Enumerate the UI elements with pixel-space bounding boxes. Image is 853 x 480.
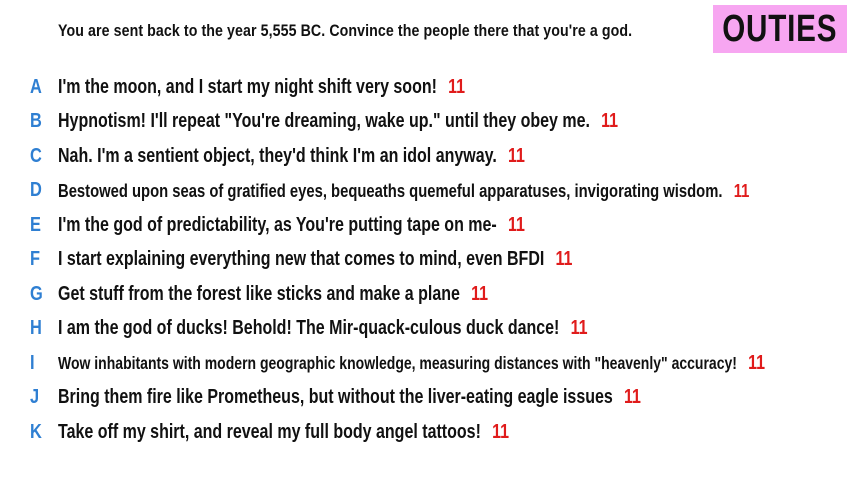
answer-text: Wow inhabitants with modern geographic k… bbox=[58, 352, 737, 373]
answer-text: I'm the moon, and I start my night shift… bbox=[58, 75, 437, 98]
answer-score: 11 bbox=[555, 248, 573, 270]
answer-text: I start explaining everything new that c… bbox=[58, 248, 545, 270]
answer-score: 11 bbox=[492, 420, 510, 443]
answer-letter: J bbox=[30, 386, 40, 408]
answer-score: 11 bbox=[623, 386, 641, 408]
answer-text: Bestowed upon seas of gratified eyes, be… bbox=[58, 179, 723, 201]
answer-text: Get stuff from the forest like sticks an… bbox=[58, 282, 460, 305]
team-badge: OUTIES bbox=[713, 5, 847, 53]
answer-letter: F bbox=[30, 248, 41, 270]
answer-score: 11 bbox=[507, 144, 525, 167]
answer-text: I'm the god of predictability, as You're… bbox=[58, 213, 497, 236]
answer-text: Bring them fire like Prometheus, but wit… bbox=[58, 386, 613, 408]
answer-letter: G bbox=[30, 282, 43, 305]
answer-letter: I bbox=[30, 351, 35, 374]
answer-score: 11 bbox=[733, 179, 750, 201]
answer-letter: A bbox=[30, 75, 42, 98]
answer-letter: B bbox=[30, 110, 42, 132]
answer-score: 11 bbox=[448, 75, 466, 98]
answer-text: Hypnotism! I'll repeat "You're dreaming,… bbox=[58, 110, 590, 132]
answer-letter: H bbox=[30, 317, 42, 339]
answer-score: 11 bbox=[748, 351, 766, 374]
answer-text: Take off my shirt, and reveal my full bo… bbox=[58, 420, 481, 443]
answer-letter: E bbox=[30, 213, 41, 236]
answer-score: 11 bbox=[570, 317, 588, 339]
answer-letter: K bbox=[30, 420, 42, 443]
prompt-text: You are sent back to the year 5,555 BC. … bbox=[58, 22, 633, 40]
answer-text: Nah. I'm a sentient object, they'd think… bbox=[58, 144, 497, 167]
team-name: OUTIES bbox=[722, 7, 838, 50]
answer-letter: C bbox=[30, 144, 42, 167]
answer-score: 11 bbox=[507, 213, 525, 236]
answer-letter: D bbox=[30, 179, 42, 201]
answer-score: 11 bbox=[601, 110, 619, 132]
answer-score: 11 bbox=[471, 282, 489, 305]
answer-text: I am the god of ducks! Behold! The Mir-q… bbox=[58, 317, 560, 339]
